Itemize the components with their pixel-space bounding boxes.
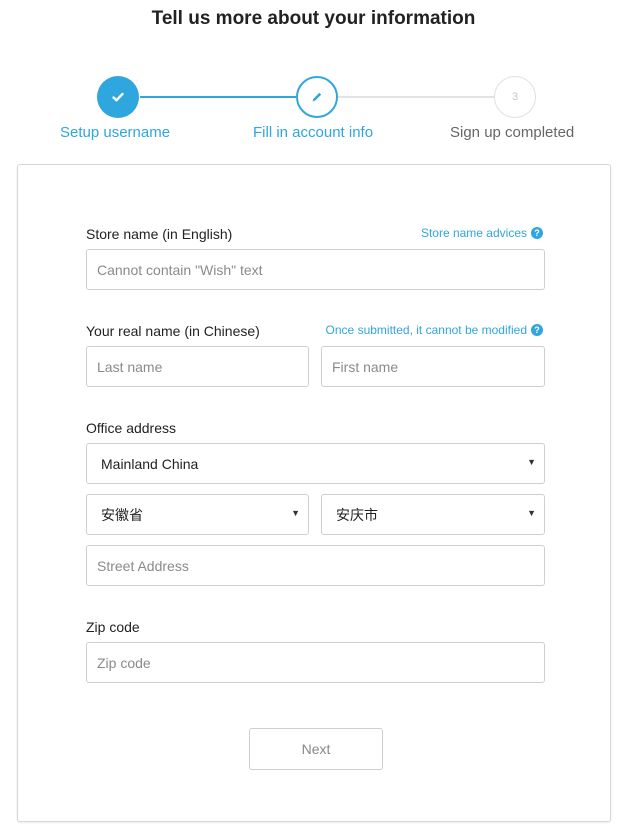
dropdown-caret-icon: ▼ <box>527 457 536 467</box>
step-3-circle: 3 <box>494 76 536 118</box>
zip-code-input[interactable] <box>86 642 545 683</box>
country-select[interactable]: Mainland China ▼ <box>86 443 545 484</box>
office-address-label: Office address <box>86 420 177 436</box>
real-name-notice-text: Once submitted, it cannot be modified <box>325 323 527 337</box>
store-name-input[interactable] <box>86 249 545 290</box>
last-name-input[interactable] <box>86 346 309 387</box>
help-icon: ? <box>531 227 543 239</box>
progress-stepper: 3 Setup username Fill in account info Si… <box>0 74 627 154</box>
help-icon: ? <box>531 324 543 336</box>
step-2-circle <box>296 76 338 118</box>
store-name-advice-link[interactable]: Store name advices ? <box>421 226 543 240</box>
province-value: 安徽省 <box>101 506 143 523</box>
step-connector-completed <box>140 96 296 98</box>
real-name-label: Your real name (in Chinese) <box>86 323 260 339</box>
step-2-label: Fill in account info <box>253 124 374 141</box>
step-3-label: Sign up completed <box>450 124 575 141</box>
store-name-label: Store name (in English) <box>86 226 233 242</box>
next-button[interactable]: Next <box>249 728 383 770</box>
city-select[interactable]: 安庆市 ▼ <box>321 494 545 535</box>
store-name-advice-text: Store name advices <box>420 226 527 240</box>
city-value: 安庆市 <box>336 506 378 523</box>
first-name-input[interactable] <box>321 346 545 387</box>
province-select[interactable]: 安徽省 ▼ <box>86 494 309 535</box>
page-title: Tell us more about your information <box>151 8 476 29</box>
dropdown-caret-icon: ▼ <box>527 508 536 518</box>
account-info-form: Store name (in English) Store name advic… <box>17 164 611 822</box>
step-1-label: Setup username <box>60 124 171 141</box>
step-connector-pending <box>338 96 494 98</box>
check-icon <box>112 92 124 102</box>
pencil-icon <box>312 92 322 102</box>
real-name-notice-link[interactable]: Once submitted, it cannot be modified ? <box>326 323 543 337</box>
zip-code-label: Zip code <box>86 619 140 635</box>
dropdown-caret-icon: ▼ <box>291 508 300 518</box>
street-address-input[interactable] <box>86 545 545 586</box>
country-value: Mainland China <box>101 455 199 472</box>
step-1-circle <box>97 76 139 118</box>
